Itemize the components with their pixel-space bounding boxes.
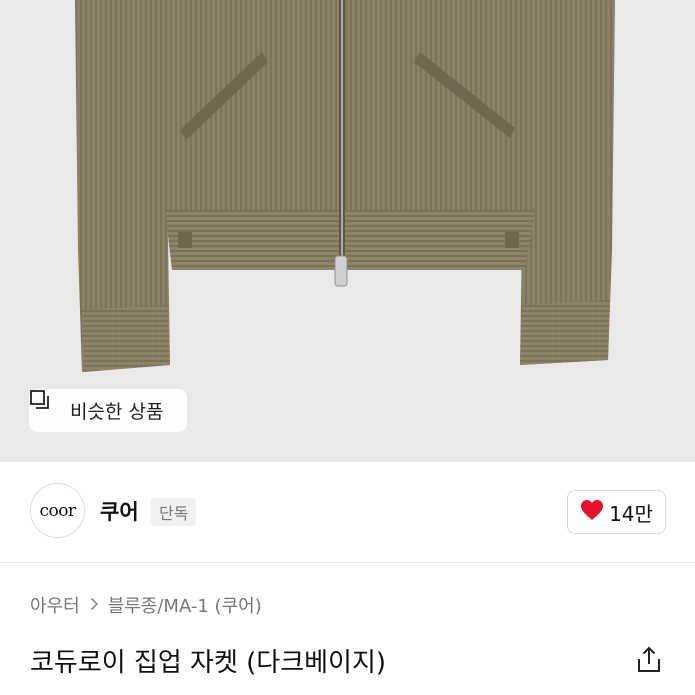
similar-products-label: 비슷한 상품 [70, 401, 164, 423]
breadcrumb-subcategory[interactable]: 블루종/MA-1 (쿠어) [108, 592, 262, 618]
section-divider [0, 562, 695, 563]
heart-icon [580, 499, 604, 526]
brand-name[interactable]: 쿠어 [100, 496, 139, 526]
share-icon[interactable] [634, 645, 664, 675]
breadcrumb-category[interactable]: 아우터 [30, 592, 80, 618]
similar-items-icon [30, 390, 64, 422]
like-button[interactable]: 14만 [567, 490, 666, 534]
chevron-right-icon [90, 595, 99, 616]
product-title: 코듀로이 집업 자켓 (다크베이지) [30, 648, 387, 678]
similar-products-button[interactable]: 비슷한 상품 [29, 389, 187, 432]
breadcrumb: 아우터 블루종/MA-1 (쿠어) [30, 592, 262, 618]
product-image[interactable]: 비슷한 상품 [0, 0, 695, 462]
brand-logo[interactable]: coor [30, 483, 85, 538]
exclusive-badge: 단독 [151, 498, 197, 526]
brand-row: coor 쿠어 단독 14만 [0, 462, 695, 562]
like-count: 14만 [609, 501, 653, 526]
